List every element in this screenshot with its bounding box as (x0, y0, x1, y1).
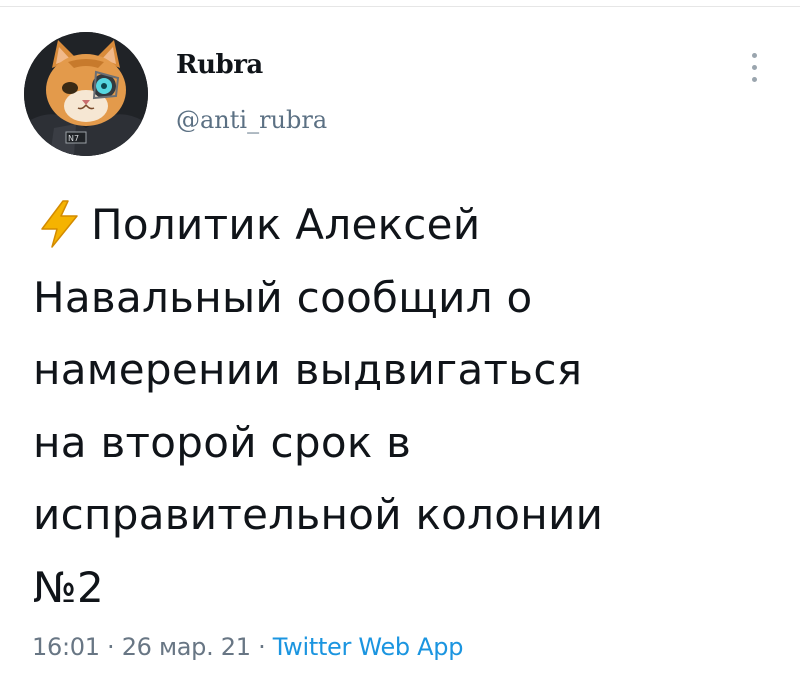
tweet-time[interactable]: 16:01 (32, 633, 100, 661)
tweet-line: Политик Алексей (33, 189, 773, 262)
tweet-card: N7 Rubra @anti_rubra Политик Алексей Нав… (0, 0, 800, 684)
meta-separator: · (258, 633, 266, 661)
tweet-line: №2 (33, 562, 105, 612)
user-handle[interactable]: @anti_rubra (176, 106, 327, 134)
divider (0, 6, 800, 7)
tweet-line: Навальный сообщил о (33, 272, 533, 322)
tweet-text: Политик Алексей Навальный сообщил о наме… (33, 189, 773, 624)
cat-avatar-image: N7 (24, 32, 148, 156)
avatar[interactable]: N7 (24, 32, 148, 156)
n7-badge-text: N7 (68, 134, 79, 143)
tweet-line-text: Политик Алексей (91, 200, 481, 249)
tweet-line: на второй срок в (33, 417, 412, 467)
tweet-meta: 16:01 · 26 мар. 21 · Twitter Web App (32, 633, 463, 661)
tweet-line: намерении выдвигаться (33, 345, 583, 394)
more-options-icon[interactable] (744, 50, 764, 90)
tweet-line: исправительной колонии (33, 490, 604, 539)
tweet-date[interactable]: 26 мар. 21 (122, 633, 251, 661)
display-name[interactable]: Rubra (176, 50, 263, 80)
tweet-source-link[interactable]: Twitter Web App (273, 633, 464, 661)
meta-separator: · (107, 633, 115, 661)
high-voltage-icon (41, 200, 78, 248)
